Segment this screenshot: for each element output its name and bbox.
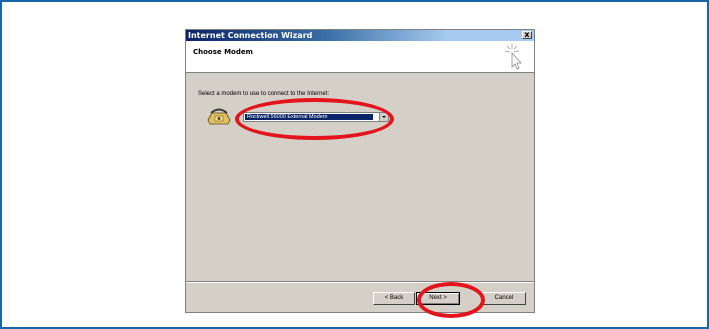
modem-prompt-label: Select a modem to use to connect to the …	[198, 91, 330, 97]
wizard-window: Internet Connection Wizard x Choose Mode…	[185, 29, 535, 313]
modem-phone-icon	[207, 108, 231, 125]
close-button[interactable]: x	[522, 31, 532, 39]
chevron-down-icon[interactable]	[379, 113, 388, 121]
wizard-cursor-icon	[504, 44, 522, 70]
cancel-button[interactable]: Cancel	[482, 292, 526, 305]
modem-select[interactable]: Rockwell 56000 External Modem	[243, 112, 389, 122]
back-button[interactable]: < Back	[373, 292, 415, 305]
next-button[interactable]: Next >	[416, 292, 460, 305]
wizard-body: Select a modem to use to connect to the …	[186, 73, 534, 279]
page-title: Choose Modem	[193, 48, 253, 56]
footer-divider	[186, 281, 534, 283]
page-frame: Internet Connection Wizard x Choose Mode…	[0, 0, 709, 329]
close-icon: x	[524, 30, 530, 39]
wizard-header: Choose Modem	[186, 41, 534, 73]
window-title: Internet Connection Wizard	[188, 31, 313, 40]
modem-select-value: Rockwell 56000 External Modem	[245, 114, 373, 120]
window-title-bar[interactable]: Internet Connection Wizard x	[186, 30, 534, 41]
